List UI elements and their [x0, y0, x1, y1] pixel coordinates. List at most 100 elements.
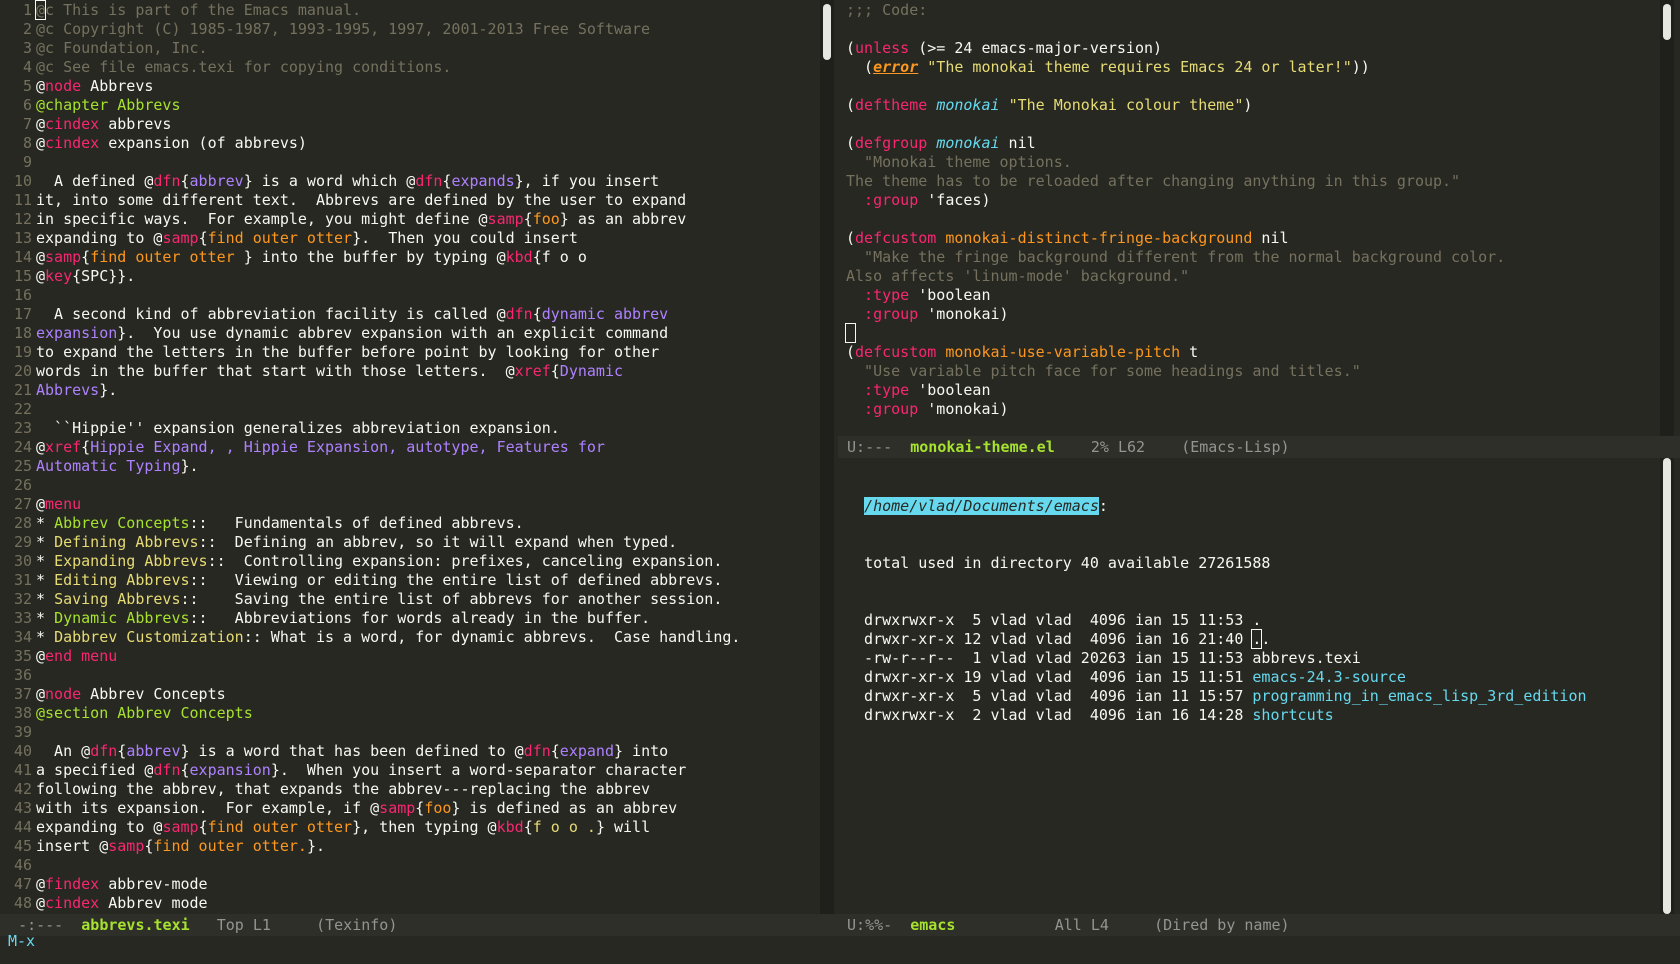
texinfo-line[interactable]: insert @samp{find outer otter.}.	[36, 837, 740, 856]
texinfo-line[interactable]: * Dynamic Abbrevs:: Abbreviations for wo…	[36, 609, 740, 628]
texinfo-line[interactable]: a specified @dfn{expansion}. When you in…	[36, 761, 740, 780]
elisp-line[interactable]: :type 'boolean	[846, 286, 1505, 305]
texinfo-line[interactable]: * Editing Abbrevs:: Viewing or editing t…	[36, 571, 740, 590]
elisp-line[interactable]: :group 'monokai)	[846, 305, 1505, 324]
texinfo-line[interactable]	[36, 153, 740, 172]
right-bottom-scrollbar-thumb[interactable]	[1663, 458, 1671, 914]
texinfo-line[interactable]: it, into some different text. Abbrevs ar…	[36, 191, 740, 210]
modeline-major-mode[interactable]: (Texinfo)	[316, 916, 397, 934]
texinfo-line[interactable]: @end menu	[36, 647, 740, 666]
texinfo-line[interactable]: @c Foundation, Inc.	[36, 39, 740, 58]
elisp-line[interactable]: :group 'monokai)	[846, 400, 1505, 419]
texinfo-line[interactable]: expanding to @samp{find outer otter}. Th…	[36, 229, 740, 248]
left-scrollbar[interactable]	[820, 0, 834, 914]
texinfo-line[interactable]: @cindex abbrevs	[36, 115, 740, 134]
modeline-buffer-name[interactable]: abbrevs.texi	[81, 916, 189, 934]
texinfo-line[interactable]: @c This is part of the Emacs manual.	[34, 0, 740, 20]
elisp-editor-pane[interactable]: ;;; Code: (unless (>= 24 emacs-major-vers…	[838, 0, 1660, 436]
texinfo-line[interactable]: to expand the letters in the buffer befo…	[36, 343, 740, 362]
elisp-line[interactable]: Also affects 'linum-mode' background."	[846, 267, 1505, 286]
texinfo-line[interactable]	[36, 723, 740, 742]
texinfo-line[interactable]: @menu	[36, 495, 740, 514]
elisp-line[interactable]: ;;; Code:	[846, 1, 1505, 20]
modeline-major-mode[interactable]: (Emacs-Lisp)	[1181, 438, 1289, 456]
dired-pane[interactable]: /home/vlad/Documents/emacs: total used i…	[838, 458, 1660, 914]
modeline-major-mode[interactable]: (Dired by name)	[1154, 916, 1289, 934]
dired-listing[interactable]: /home/vlad/Documents/emacs: total used i…	[846, 459, 1587, 763]
dired-entry-name[interactable]: programming_in_emacs_lisp_3rd_edition	[1252, 687, 1586, 705]
right-bottom-scrollbar[interactable]	[1660, 458, 1674, 914]
elisp-line[interactable]: (defcustom monokai-distinct-fringe-backg…	[846, 229, 1505, 248]
elisp-line[interactable]: "Monokai theme options.	[846, 153, 1505, 172]
dired-entry-name[interactable]: emacs-24.3-source	[1252, 668, 1406, 686]
texinfo-line[interactable]	[36, 856, 740, 875]
texinfo-line[interactable]: @findex abbrev-mode	[36, 875, 740, 894]
elisp-line[interactable]: (deftheme monokai "The Monokai colour th…	[846, 96, 1505, 115]
texinfo-line[interactable]: @cindex Abbrev mode	[36, 894, 740, 913]
texinfo-line[interactable]: * Dabbrev Customization:: What is a word…	[36, 628, 740, 647]
texinfo-line[interactable]: expanding to @samp{find outer otter}, th…	[36, 818, 740, 837]
texinfo-line[interactable]: @c See file emacs.texi for copying condi…	[36, 58, 740, 77]
texinfo-line[interactable]: @cindex expansion (of abbrevs)	[36, 134, 740, 153]
texinfo-line[interactable]: @node Abbrev Concepts	[36, 685, 740, 704]
dired-entry-name[interactable]: .	[1252, 611, 1261, 629]
texinfo-line[interactable]: * Saving Abbrevs:: Saving the entire lis…	[36, 590, 740, 609]
elisp-line[interactable]	[846, 77, 1505, 96]
left-modeline[interactable]: -:--- abbrevs.texi Top L1 (Texinfo)	[0, 914, 838, 936]
texinfo-line[interactable]: Automatic Typing}.	[36, 457, 740, 476]
elisp-line[interactable]: (defcustom monokai-use-variable-pitch t	[846, 343, 1505, 362]
texinfo-line[interactable]: * Defining Abbrevs:: Defining an abbrev,…	[36, 533, 740, 552]
texinfo-line[interactable]	[36, 286, 740, 305]
texinfo-line[interactable]	[36, 666, 740, 685]
texinfo-line[interactable]: * Expanding Abbrevs:: Controlling expans…	[36, 552, 740, 571]
elisp-line[interactable]: "Use variable pitch face for some headin…	[846, 362, 1505, 381]
right-bottom-modeline[interactable]: U:%%- emacs All L4 (Dired by name)	[838, 914, 1680, 936]
texinfo-line[interactable]: in specific ways. For example, you might…	[36, 210, 740, 229]
texinfo-line[interactable]: words in the buffer that start with thos…	[36, 362, 740, 381]
texinfo-line[interactable]: * Abbrev Concepts:: Fundamentals of defi…	[36, 514, 740, 533]
texinfo-line[interactable]: expansion}. You use dynamic abbrev expan…	[36, 324, 740, 343]
texinfo-line[interactable]: A defined @dfn{abbrev} is a word which @…	[36, 172, 740, 191]
elisp-line[interactable]: (defgroup monokai nil	[846, 134, 1505, 153]
texinfo-editor-pane[interactable]: 1 2 3 4 5 6 7 8 9 10 11 12 13 14 15 16 17 18 19 20 21 22 23 24 2…	[0, 0, 820, 914]
elisp-line[interactable]: "Make the fringe background different fr…	[846, 248, 1505, 267]
dired-entry-name[interactable]: abbrevs.texi	[1252, 649, 1360, 667]
dired-entry[interactable]: drwxrwxr-x 2 vlad vlad 4096 ian 16 14:28…	[846, 706, 1587, 725]
elisp-line[interactable]	[844, 323, 1505, 343]
texinfo-line[interactable]	[36, 476, 740, 495]
texinfo-line[interactable]: @xref{Hippie Expand, , Hippie Expansion,…	[36, 438, 740, 457]
dired-entry[interactable]: drwxr-xr-x 19 vlad vlad 4096 ian 15 11:5…	[846, 668, 1587, 687]
dired-entry[interactable]: drwxr-xr-x 12 vlad vlad 4096 ian 16 21:4…	[846, 629, 1587, 649]
minibuffer[interactable]: M-x	[8, 932, 35, 951]
elisp-line[interactable]: (error "The monokai theme requires Emacs…	[846, 58, 1505, 77]
left-scrollbar-thumb[interactable]	[823, 4, 831, 60]
dired-entry[interactable]: -rw-r--r-- 1 vlad vlad 20263 ian 15 11:5…	[846, 649, 1587, 668]
elisp-line[interactable]	[846, 210, 1505, 229]
texinfo-line[interactable]: Abbrevs}.	[36, 381, 740, 400]
dired-entry[interactable]: drwxr-xr-x 5 vlad vlad 4096 ian 11 15:57…	[846, 687, 1586, 706]
texinfo-line[interactable]: following the abbrev, that expands the a…	[36, 780, 740, 799]
texinfo-buffer-text[interactable]: @c This is part of the Emacs manual. @c C…	[34, 0, 740, 913]
elisp-buffer-text[interactable]: ;;; Code: (unless (>= 24 emacs-major-vers…	[844, 1, 1505, 419]
texinfo-line[interactable]	[36, 400, 740, 419]
elisp-line[interactable]	[846, 20, 1505, 39]
texinfo-line[interactable]: @c Copyright (C) 1985-1987, 1993-1995, 1…	[36, 20, 740, 39]
elisp-line[interactable]: (unless (>= 24 emacs-major-version)	[846, 39, 1505, 58]
right-top-modeline[interactable]: U:--- monokai-theme.el 2% L62 (Emacs-Lis…	[838, 436, 1680, 458]
dired-entry-name[interactable]: ..	[1251, 629, 1270, 649]
texinfo-line[interactable]: ``Hippie'' expansion generalizes abbrevi…	[36, 419, 740, 438]
texinfo-line[interactable]: with its expansion. For example, if @sam…	[36, 799, 740, 818]
texinfo-line[interactable]: @chapter Abbrevs	[36, 96, 740, 115]
modeline-buffer-name[interactable]: monokai-theme.el	[910, 438, 1055, 456]
elisp-line[interactable]: :type 'boolean	[846, 381, 1505, 400]
texinfo-line[interactable]: @section Abbrev Concepts	[36, 704, 740, 723]
texinfo-line[interactable]: An @dfn{abbrev} is a word that has been …	[36, 742, 740, 761]
texinfo-line[interactable]: @key{SPC}}.	[36, 267, 740, 286]
texinfo-line[interactable]: A second kind of abbreviation facility i…	[36, 305, 740, 324]
right-top-scrollbar[interactable]	[1660, 0, 1674, 436]
modeline-buffer-name[interactable]: emacs	[910, 916, 955, 934]
dired-directory-path[interactable]: /home/vlad/Documents/emacs	[864, 497, 1099, 515]
texinfo-line[interactable]: @samp{find outer otter } into the buffer…	[36, 248, 740, 267]
right-top-scrollbar-thumb[interactable]	[1663, 4, 1671, 40]
elisp-line[interactable]: :group 'faces)	[846, 191, 1505, 210]
